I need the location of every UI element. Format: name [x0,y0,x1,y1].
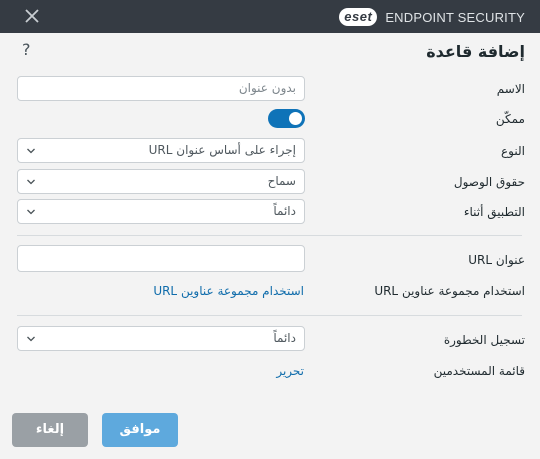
access-rights-select[interactable]: سماح [17,169,305,194]
apply-during-label: التطبيق أثناء [463,205,525,219]
name-placeholder: بدون عنوان [238,81,296,95]
url-group-label: استخدام مجموعة عناوين URL [374,284,525,298]
type-select[interactable]: إجراء على أساس عنوان URL [17,138,305,163]
url-group-link[interactable]: استخدام مجموعة عناوين URL [153,284,304,298]
chevron-down-icon [27,209,35,215]
access-rights-label: حقوق الوصول [453,175,525,189]
name-input[interactable]: بدون عنوان [17,76,305,101]
product-name: ENDPOINT SECURITY [385,9,525,25]
chevron-down-icon [27,148,35,154]
log-severity-label: تسجيل الخطورة [443,333,525,347]
type-value: إجراء على أساس عنوان URL [148,143,296,157]
url-address-input[interactable] [17,245,305,272]
divider [17,315,522,316]
apply-during-value: دائماً [273,204,296,218]
chevron-down-icon [27,336,35,342]
ok-button[interactable]: موافق [102,413,178,447]
enabled-toggle[interactable] [268,109,305,128]
type-label: النوع [501,144,525,158]
toggle-knob [289,112,302,125]
access-rights-value: سماح [267,174,296,188]
dialog-title: إضافة قاعدة [426,42,525,61]
title-bar: eset ENDPOINT SECURITY [0,0,540,33]
user-list-label: قائمة المستخدمين [433,364,525,378]
edit-user-list-link[interactable]: تحرير [276,364,304,378]
enabled-label: ممكّن [495,112,525,126]
help-icon[interactable]: ? [22,40,31,59]
chevron-down-icon [27,179,35,185]
brand: eset ENDPOINT SECURITY [339,8,525,26]
close-icon[interactable] [22,6,42,26]
name-label: الاسم [496,82,525,96]
eset-logo: eset [339,8,378,26]
url-address-label: عنوان URL [468,253,525,267]
log-severity-value: دائماً [273,331,296,345]
apply-during-select[interactable]: دائماً [17,199,305,224]
log-severity-select[interactable]: دائماً [17,326,305,351]
divider [17,235,522,236]
cancel-button[interactable]: إلغاء [12,413,88,447]
